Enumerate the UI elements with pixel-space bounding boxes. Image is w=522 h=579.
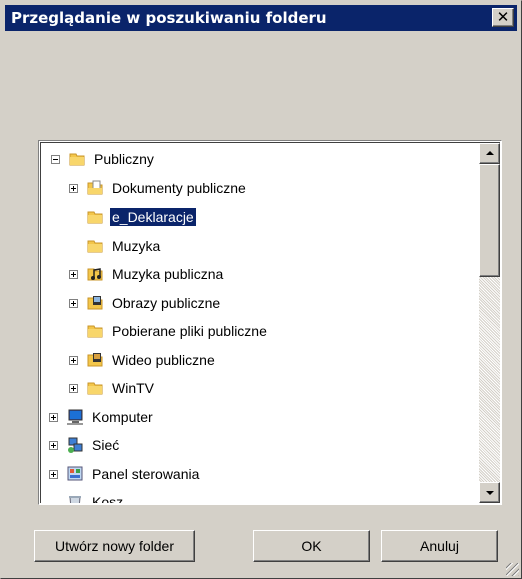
ok-label: OK [301, 538, 322, 554]
pictures-folder-icon [86, 294, 104, 312]
tree-item-label[interactable]: Obrazy publiczne [110, 294, 222, 312]
tree-item-label[interactable]: Wideo publiczne [110, 351, 217, 369]
tree-item-label[interactable]: Pobierane pliki publiczne [110, 322, 269, 340]
vertical-scrollbar[interactable] [479, 143, 500, 503]
tree-item-label[interactable]: Sieć [90, 436, 121, 454]
scroll-up-button[interactable] [479, 143, 500, 164]
expand-icon[interactable] [49, 440, 58, 450]
tree-item-label[interactable]: Komputer [90, 408, 155, 426]
tree-item[interactable]: Wideo publiczne [69, 348, 217, 372]
tree-item[interactable]: WinTV [69, 376, 156, 400]
close-button[interactable]: ✕ [492, 8, 514, 27]
tree-item-label[interactable]: Dokumenty publiczne [110, 179, 248, 197]
expand-icon[interactable] [69, 183, 78, 193]
expand-icon[interactable] [49, 412, 58, 422]
tree-item[interactable]: Sieć [49, 433, 121, 457]
dialog-title: Przeglądanie w poszukiwaniu folderu [11, 9, 327, 27]
folder-icon [86, 208, 104, 226]
tree-item-label[interactable]: Kosz [90, 493, 125, 503]
music-folder-icon [86, 265, 104, 283]
expand-icon[interactable] [49, 469, 58, 479]
folder-icon [86, 379, 104, 397]
scroll-thumb[interactable] [479, 164, 500, 277]
tree-item-label[interactable]: Muzyka [110, 237, 162, 255]
resize-grip[interactable] [506, 563, 519, 576]
expand-icon[interactable] [69, 269, 78, 279]
tree-item-label[interactable]: WinTV [110, 379, 156, 397]
tree-item[interactable]: Kosz [49, 490, 125, 503]
computer-icon [66, 408, 84, 426]
tree-item[interactable]: Muzyka publiczna [69, 262, 225, 286]
tree-item-label[interactable]: Panel sterowania [90, 465, 201, 483]
expand-icon[interactable] [69, 355, 78, 365]
ok-button[interactable]: OK [253, 530, 370, 562]
folder-icon [86, 322, 104, 340]
browse-folder-dialog: Przeglądanie w poszukiwaniu folderu ✕ Pu… [0, 0, 522, 579]
tree-item[interactable]: e_Deklaracje [69, 205, 197, 229]
tree-item[interactable]: Komputer [49, 405, 155, 429]
tree-item[interactable]: Dokumenty publiczne [69, 176, 248, 200]
tree-item[interactable]: Pobierane pliki publiczne [69, 319, 269, 343]
arrow-down-icon [486, 491, 494, 495]
documents-folder-icon [86, 179, 104, 197]
tree-item[interactable]: Panel sterowania [49, 462, 201, 486]
new-folder-button[interactable]: Utwórz nowy folder [34, 530, 195, 562]
cancel-button[interactable]: Anuluj [381, 530, 498, 562]
folder-icon [68, 150, 86, 168]
scroll-down-button[interactable] [479, 482, 500, 503]
tree-item-label[interactable]: Muzyka publiczna [110, 265, 225, 283]
expand-icon[interactable] [69, 383, 78, 393]
tree-item-label[interactable]: Publiczny [92, 150, 156, 168]
recycle-bin-icon [66, 493, 84, 503]
tree-item[interactable]: Obrazy publiczne [69, 291, 222, 315]
video-folder-icon [86, 351, 104, 369]
folder-tree-viewport: Publiczny Dokumenty publiczne e_Deklaracje… [40, 142, 500, 503]
new-folder-label: Utwórz nowy folder [54, 538, 175, 554]
collapse-icon[interactable] [51, 154, 60, 164]
control-panel-icon [66, 465, 84, 483]
tree-item[interactable]: Muzyka [69, 234, 162, 258]
folder-tree[interactable]: Publiczny Dokumenty publiczne e_Deklaracje… [38, 140, 502, 505]
title-bar: Przeglądanie w poszukiwaniu folderu ✕ [5, 5, 517, 31]
folder-icon [86, 237, 104, 255]
arrow-up-icon [486, 151, 494, 155]
cancel-label: Anuluj [420, 538, 459, 554]
tree-item[interactable]: Publiczny [51, 147, 156, 171]
close-icon: ✕ [496, 8, 510, 26]
expand-icon[interactable] [69, 298, 78, 308]
tree-item-label[interactable]: e_Deklaracje [109, 207, 197, 227]
network-icon [66, 436, 84, 454]
